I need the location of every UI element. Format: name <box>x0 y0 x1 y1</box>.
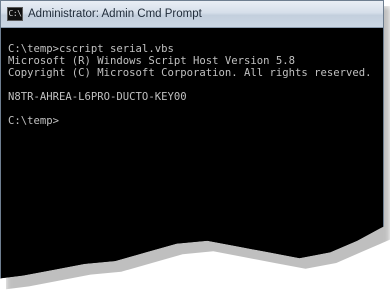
screenshot-stage: C:\ Administrator: Admin Cmd Prompt C:\t… <box>0 0 392 302</box>
console-line-command: C:\temp>cscript serial.vbs <box>8 43 174 55</box>
window-title: Administrator: Admin Cmd Prompt <box>28 8 202 20</box>
console-line-product-key: N8TR-AHREA-L6PRO-DUCTO-KEY00 <box>8 91 187 103</box>
console-prompt[interactable]: C:\temp> <box>8 115 383 127</box>
console-line-wsh-version: Microsoft (R) Windows Script Host Versio… <box>8 55 296 67</box>
cmd-icon[interactable]: C:\ <box>7 7 23 21</box>
title-bar[interactable]: C:\ Administrator: Admin Cmd Prompt <box>1 1 383 28</box>
console-line-copyright: Copyright (C) Microsoft Corporation. All… <box>8 67 372 79</box>
